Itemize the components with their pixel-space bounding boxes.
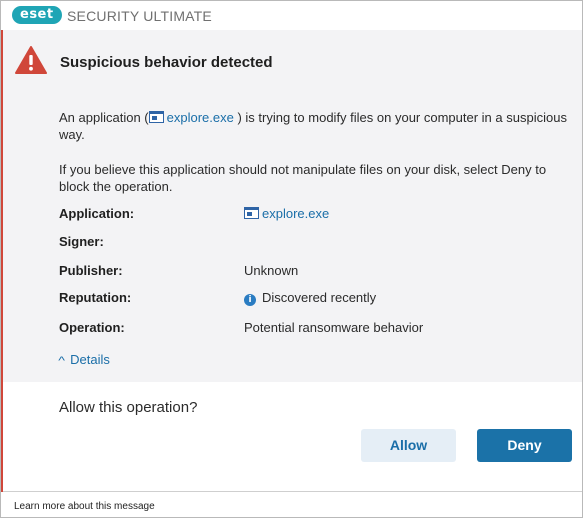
publisher-label: Publisher: xyxy=(59,263,123,278)
details-toggle-label: Details xyxy=(70,352,110,367)
application-label: Application: xyxy=(59,206,135,221)
exe-file-icon xyxy=(148,111,164,123)
alert-window: eset SECURITY ULTIMATE Suspicious behavi… xyxy=(0,0,583,518)
alert-heading: Suspicious behavior detected xyxy=(60,54,273,71)
reputation-value: i Discovered recently xyxy=(244,290,376,306)
chevron-up-icon: ^ xyxy=(58,355,65,367)
learn-more-link[interactable]: Learn more about this message xyxy=(14,501,155,512)
product-name: SECURITY ULTIMATE xyxy=(67,8,212,24)
reputation-text: Discovered recently xyxy=(262,290,377,305)
alert-panel: Suspicious behavior detected An applicat… xyxy=(3,30,582,382)
details-toggle[interactable]: ^ Details xyxy=(58,352,110,367)
application-value[interactable]: explore.exe xyxy=(244,206,329,221)
operation-label: Operation: xyxy=(59,320,125,335)
signer-label: Signer: xyxy=(59,234,104,249)
application-link[interactable]: explore.exe xyxy=(262,206,329,221)
publisher-value: Unknown xyxy=(244,263,299,278)
allow-button[interactable]: Allow xyxy=(361,429,456,462)
warning-triangle-icon xyxy=(15,46,47,74)
operation-value: Potential ransomware behavior xyxy=(244,320,424,335)
alert-description: An application (explore.exe ) is trying … xyxy=(59,109,569,143)
reputation-label: Reputation: xyxy=(59,290,132,305)
deny-button[interactable]: Deny xyxy=(477,429,572,462)
info-icon: i xyxy=(244,294,256,306)
description-prefix: An application ( xyxy=(59,110,149,125)
title-bar: eset SECURITY ULTIMATE xyxy=(1,1,582,30)
footer-divider xyxy=(3,491,582,492)
alert-advice: If you believe this application should n… xyxy=(59,162,547,194)
eset-logo: eset xyxy=(12,6,62,24)
description-app-link[interactable]: explore.exe xyxy=(167,110,234,125)
allow-question: Allow this operation? xyxy=(59,399,198,416)
exe-file-icon xyxy=(244,207,259,219)
